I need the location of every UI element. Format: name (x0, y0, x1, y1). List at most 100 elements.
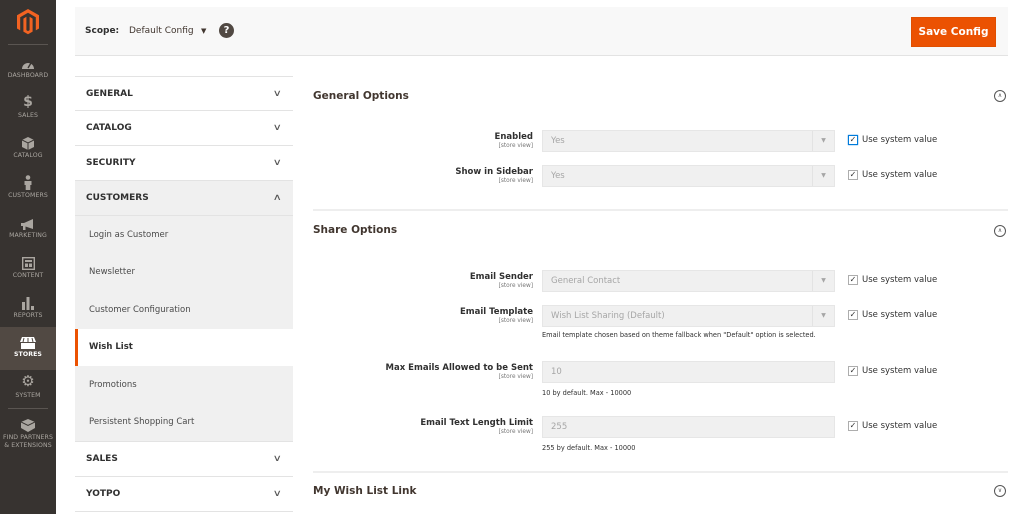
field-label: Max Emails Allowed to be Sent (385, 363, 533, 373)
store-icon (20, 331, 36, 349)
use-system-value-checkbox[interactable]: ✓ Use system value (848, 170, 937, 180)
field-row-email-template: Email Template [store view] Wish List Sh… (313, 303, 1008, 359)
layout-icon (21, 252, 35, 270)
subtab-wish-list[interactable]: Wish List (75, 328, 293, 366)
scope-hint: [store view] (498, 374, 533, 380)
field-label: Show in Sidebar (455, 167, 533, 177)
caret-down-icon[interactable]: ▼ (201, 27, 206, 35)
bar-chart-icon (21, 292, 35, 310)
config-tabs: GENERAL ∨ CATALOG ∨ SECURITY ∨ CUSTOMERS… (75, 76, 293, 512)
tab-security[interactable]: SECURITY ∨ (75, 146, 293, 181)
enabled-select[interactable]: Yes ▼ (542, 130, 835, 152)
field-note: 255 by default. Max - 10000 (542, 444, 636, 452)
checkbox-checked-icon[interactable]: ✓ (848, 421, 858, 431)
field-row-email-text-length: Email Text Length Limit [store view] 255… (313, 414, 1008, 464)
magento-logo[interactable] (0, 0, 56, 44)
field-label: Email Sender (469, 272, 533, 282)
nav-item-stores[interactable]: STORES (0, 327, 56, 370)
admin-nav: DASHBOARD $ SALES CATALOG CUSTOMERS MARK… (0, 0, 56, 514)
scope-switcher[interactable]: Default Config (129, 26, 194, 36)
nav-item-system[interactable]: ⚙ SYSTEM (0, 372, 56, 412)
field-row-email-sender: Email Sender [store view] General Contac… (313, 268, 1008, 303)
use-system-value-checkbox[interactable]: ✓ Use system value (848, 135, 937, 145)
gear-icon: ⚙ (21, 372, 35, 390)
nav-item-marketing[interactable]: MARKETING (0, 212, 56, 252)
help-icon[interactable]: ? (219, 23, 234, 38)
use-system-value-checkbox[interactable]: ✓ Use system value (848, 275, 937, 285)
nav-divider (8, 44, 48, 45)
save-config-button[interactable]: Save Config (911, 17, 996, 47)
chevron-down-icon: ∨ (273, 158, 283, 168)
use-system-value-checkbox[interactable]: ✓ Use system value (848, 310, 937, 320)
nav-divider (8, 408, 48, 409)
chevron-down-icon: ∨ (273, 88, 283, 99)
scope-hint: [store view] (498, 318, 533, 324)
use-system-value-checkbox[interactable]: ✓ Use system value (848, 421, 937, 431)
caret-down-icon: ▼ (812, 131, 834, 151)
subtab-persistent-shopping-cart[interactable]: Persistent Shopping Cart (75, 404, 293, 442)
extensions-icon (21, 414, 35, 432)
nav-item-sales[interactable]: $ SALES (0, 92, 56, 132)
dollar-icon: $ (23, 94, 33, 110)
tab-sales[interactable]: SALES ∨ (75, 442, 293, 477)
box-icon (22, 132, 34, 150)
checkbox-checked-icon[interactable]: ✓ (848, 310, 858, 320)
email-sender-select[interactable]: General Contact ▼ (542, 270, 835, 292)
field-label: Email Template (459, 307, 533, 317)
megaphone-icon (21, 212, 35, 230)
tab-general[interactable]: GENERAL ∨ (75, 76, 293, 111)
scope-hint: [store view] (498, 283, 533, 289)
email-template-select[interactable]: Wish List Sharing (Default) ▼ (542, 305, 835, 327)
chevron-down-icon: ∨ (273, 454, 283, 464)
field-label: Email Text Length Limit (420, 418, 533, 428)
checkbox-checked-icon[interactable]: ✓ (848, 170, 858, 180)
field-note: Email template chosen based on theme fal… (542, 331, 816, 339)
field-row-max-emails: Max Emails Allowed to be Sent [store vie… (313, 359, 1008, 414)
nav-item-content[interactable]: CONTENT (0, 252, 56, 292)
checkbox-checked-icon[interactable]: ✓ (848, 366, 858, 376)
tab-yotpo[interactable]: YOTPO ∨ (75, 477, 293, 512)
use-system-value-checkbox[interactable]: ✓ Use system value (848, 366, 937, 376)
caret-down-icon: ▼ (812, 306, 834, 326)
subtab-promotions[interactable]: Promotions (75, 366, 293, 404)
collapse-icon[interactable]: ∧ (994, 225, 1006, 237)
email-text-length-input[interactable]: 255 (542, 416, 835, 438)
subtab-newsletter[interactable]: Newsletter (75, 254, 293, 292)
scope-hint: [store view] (498, 178, 533, 184)
field-label: Enabled (494, 132, 533, 142)
expand-icon[interactable]: ∨ (994, 485, 1006, 497)
field-note: 10 by default. Max - 10000 (542, 389, 632, 397)
section-share-options-header[interactable]: Share Options ∧ (313, 211, 1008, 248)
scope-bar: Scope: Default Config ▼ ? Save Config (75, 7, 1008, 56)
nav-item-catalog[interactable]: CATALOG (0, 132, 56, 172)
field-row-enabled: Enabled [store view] Yes ▼ ✓ Use system … (313, 128, 1008, 163)
max-emails-input[interactable]: 10 (542, 361, 835, 383)
person-icon (24, 172, 32, 190)
caret-down-icon: ▼ (812, 166, 834, 186)
nav-item-dashboard[interactable]: DASHBOARD (0, 52, 56, 92)
collapse-icon[interactable]: ∧ (994, 90, 1006, 102)
customers-submenu: Login as Customer Newsletter Customer Co… (75, 216, 293, 442)
checkbox-checked-icon[interactable]: ✓ (848, 275, 858, 285)
nav-item-reports[interactable]: REPORTS (0, 292, 56, 332)
scope-label: Scope: (85, 26, 120, 36)
chevron-down-icon: ∨ (273, 123, 283, 133)
section-general-options-header[interactable]: General Options ∧ (313, 76, 1008, 116)
checkbox-checked-icon[interactable]: ✓ (848, 135, 858, 145)
field-row-show-in-sidebar: Show in Sidebar [store view] Yes ▼ ✓ Use… (313, 163, 1008, 198)
section-my-wish-list-link-header[interactable]: My Wish List Link ∨ (313, 473, 1008, 509)
chevron-up-icon: ∧ (273, 193, 283, 203)
magento-logo-icon (17, 9, 39, 35)
dashboard-icon (21, 52, 35, 70)
tab-catalog[interactable]: CATALOG ∨ (75, 111, 293, 146)
scope-hint: [store view] (498, 143, 533, 149)
tab-customers[interactable]: CUSTOMERS ∧ (75, 181, 293, 216)
chevron-down-icon: ∨ (273, 489, 283, 499)
show-in-sidebar-select[interactable]: Yes ▼ (542, 165, 835, 187)
subtab-customer-configuration[interactable]: Customer Configuration (75, 291, 293, 329)
nav-item-customers[interactable]: CUSTOMERS (0, 172, 56, 212)
scope-hint: [store view] (498, 429, 533, 435)
nav-item-find-partners[interactable]: FIND PARTNERS & EXTENSIONS (0, 414, 56, 462)
subtab-login-as-customer[interactable]: Login as Customer (75, 216, 293, 254)
config-main: General Options ∧ Enabled [store view] Y… (313, 76, 1008, 509)
